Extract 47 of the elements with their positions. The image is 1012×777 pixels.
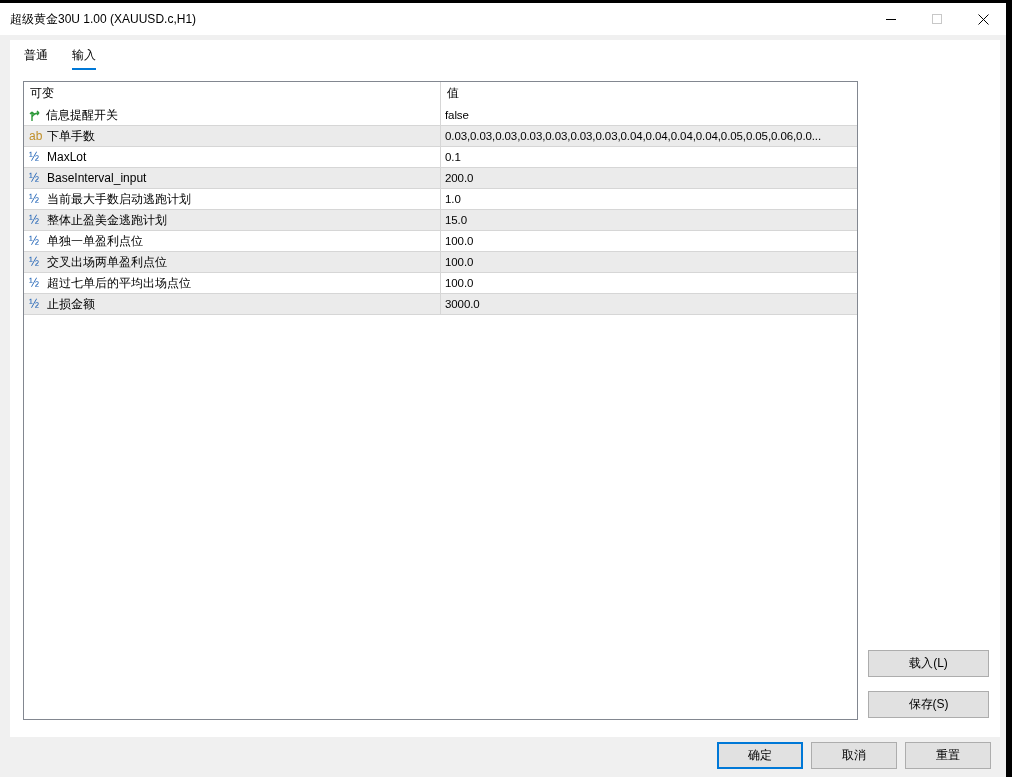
parameter-name: 止损金额 xyxy=(47,295,95,313)
tab[interactable]: 输入 xyxy=(72,45,96,70)
parameter-value: false xyxy=(445,109,469,121)
parameter-name: 单独一单盈利点位 xyxy=(47,232,143,250)
table-row[interactable]: ab 下单手数 0.03,0.03,0.03,0.03,0.03,0.03,0.03,0.04,0.04,0.04,0.04,0.05,0.05,0.06,0.0... xyxy=(24,126,857,147)
parameter-name: 整体止盈美金逃跑计划 xyxy=(47,211,167,229)
parameter-value: 1.0 xyxy=(445,193,461,205)
table-row[interactable]: ½ 止损金额 3000.0 xyxy=(24,294,857,315)
table-row[interactable]: ½ BaseInterval_input 200.0 xyxy=(24,168,857,189)
parameter-name: 交叉出场两单盈利点位 xyxy=(47,253,167,271)
table-row[interactable]: ½ 整体止盈美金逃跑计划 15.0 xyxy=(24,210,857,231)
close-icon[interactable] xyxy=(977,13,989,25)
parameter-name: 当前最大手数启动逃跑计划 xyxy=(47,190,191,208)
type-mark: ½ xyxy=(29,255,40,269)
parameter-value: 0.1 xyxy=(445,151,461,163)
parameter-value: 0.03,0.03,0.03,0.03,0.03,0.03,0.03,0.04,0.04,0.04,0.04,0.05,0.05,0.06,0.0... xyxy=(445,130,822,142)
branch-arrow-icon xyxy=(29,108,42,122)
table-row[interactable]: ½ 交叉出场两单盈利点位 100.0 xyxy=(24,252,857,273)
parameter-value: 200.0 xyxy=(445,172,474,184)
tab[interactable]: 普通 xyxy=(24,45,48,70)
side-button[interactable]: 保存(S) xyxy=(868,691,989,718)
type-mark: ½ xyxy=(29,213,40,227)
type-mark: ½ xyxy=(29,150,40,164)
column-header: 可变 xyxy=(29,85,55,102)
type-mark: ½ xyxy=(29,234,40,248)
column-header: 值 xyxy=(440,82,857,105)
parameter-name: BaseInterval_input xyxy=(47,171,147,185)
parameter-value: 100.0 xyxy=(445,256,474,268)
type-mark: ½ xyxy=(29,276,40,290)
type-mark: ½ xyxy=(29,171,40,185)
type-mark: ab xyxy=(29,129,43,143)
type-mark: ½ xyxy=(29,297,40,311)
window-title: 超级黄金30U 1.00 (XAUUSD.c,H1) xyxy=(10,10,198,28)
dialog-button[interactable]: 重置 xyxy=(905,742,991,769)
parameter-value: 100.0 xyxy=(445,277,474,289)
type-mark: ½ xyxy=(29,192,40,206)
parameter-name: MaxLot xyxy=(47,150,87,164)
dialog-button[interactable]: 取消 xyxy=(811,742,897,769)
parameter-value: 100.0 xyxy=(445,235,474,247)
parameter-name: 超过七单后的平均出场点位 xyxy=(47,274,191,292)
parameter-value: 3000.0 xyxy=(445,298,480,310)
dialog-button[interactable]: 确定 xyxy=(717,742,803,769)
side-button[interactable]: 载入(L) xyxy=(868,650,989,677)
parameter-name: 信息提醒开关 xyxy=(46,106,118,124)
parameter-value: 15.0 xyxy=(445,214,467,226)
parameter-name: 下单手数 xyxy=(47,127,95,145)
minimize-icon[interactable] xyxy=(886,18,896,20)
